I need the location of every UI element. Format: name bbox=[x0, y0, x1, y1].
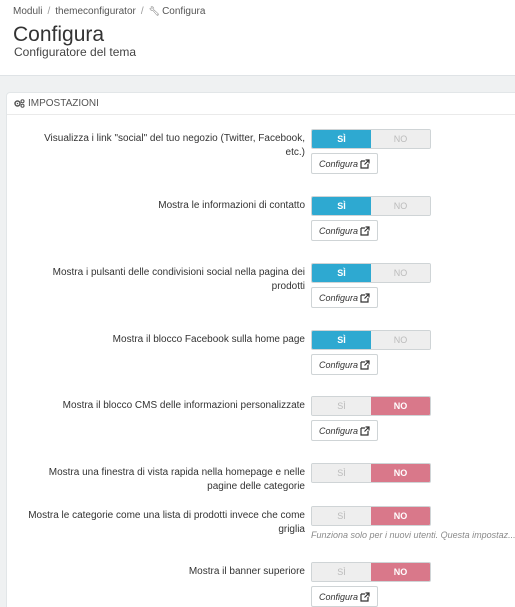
breadcrumb-current: Configura bbox=[162, 6, 206, 17]
switch-yes[interactable]: SÌ bbox=[312, 331, 371, 349]
external-link-icon bbox=[360, 158, 370, 169]
switch-no[interactable]: NO bbox=[371, 197, 430, 215]
switch-yes[interactable]: SÌ bbox=[312, 464, 371, 482]
toggle-switch[interactable]: SÌ NO bbox=[311, 129, 431, 149]
breadcrumb-separator: / bbox=[47, 6, 51, 17]
configure-label: Configura bbox=[318, 225, 359, 236]
switch-no[interactable]: NO bbox=[371, 130, 430, 148]
configure-button[interactable]: Configura bbox=[311, 220, 378, 241]
setting-label: Mostra le categorie come una lista di pr… bbox=[28, 510, 305, 535]
panel-heading: IMPOSTAZIONI bbox=[7, 93, 515, 115]
external-link-icon bbox=[360, 292, 370, 303]
external-link-icon bbox=[360, 591, 370, 602]
setting-label: Mostra il blocco CMS delle informazioni … bbox=[62, 400, 305, 411]
breadcrumb-root[interactable]: Moduli bbox=[13, 6, 42, 17]
configure-button[interactable]: Configura bbox=[311, 420, 378, 441]
configure-label: Configura bbox=[318, 292, 359, 303]
settings-panel: IMPOSTAZIONI Visualizza i link "social" … bbox=[6, 92, 515, 607]
setting-label: Mostra il banner superiore bbox=[188, 566, 305, 577]
setting-label: Mostra le informazioni di contatto bbox=[158, 200, 305, 211]
breadcrumb-module[interactable]: themeconfigurator bbox=[55, 6, 136, 17]
toggle-switch[interactable]: SÌ NO bbox=[311, 506, 431, 526]
page-header: Moduli / themeconfigurator / 🔧︎ Configura Con… bbox=[0, 0, 515, 76]
configure-button[interactable]: Configura bbox=[311, 586, 378, 607]
switch-no[interactable]: NO bbox=[371, 464, 430, 482]
external-link-icon bbox=[360, 359, 370, 370]
configure-label: Configura bbox=[318, 158, 359, 169]
breadcrumb-separator: / bbox=[140, 6, 144, 17]
panel-heading-label: IMPOSTAZIONI bbox=[28, 98, 99, 109]
switch-yes[interactable]: SÌ bbox=[312, 507, 371, 525]
setting-label: Mostra i pulsanti delle condivisioni soc… bbox=[52, 267, 305, 292]
help-text: Funziona solo per i nuovi utenti. Questa… bbox=[311, 530, 515, 540]
switch-yes[interactable]: SÌ bbox=[312, 264, 371, 282]
configure-button[interactable]: Configura bbox=[311, 153, 378, 174]
setting-label: Mostra il blocco Facebook sulla home pag… bbox=[112, 334, 305, 345]
toggle-switch[interactable]: SÌ NO bbox=[311, 396, 431, 416]
switch-yes[interactable]: SÌ bbox=[312, 563, 371, 581]
external-link-icon bbox=[360, 425, 370, 436]
switch-no[interactable]: NO bbox=[371, 563, 430, 581]
switch-yes[interactable]: SÌ bbox=[312, 197, 371, 215]
switch-yes[interactable]: SÌ bbox=[312, 397, 371, 415]
page-title: Configura bbox=[13, 23, 105, 46]
toggle-switch[interactable]: SÌ NO bbox=[311, 562, 431, 582]
configure-button[interactable]: Configura bbox=[311, 354, 378, 375]
setting-label: Mostra una finestra di vista rapida nell… bbox=[48, 467, 305, 492]
switch-no[interactable]: NO bbox=[371, 331, 430, 349]
switch-yes[interactable]: SÌ bbox=[312, 130, 371, 148]
wrench-icon: 🔧︎ bbox=[148, 6, 161, 16]
breadcrumb: Moduli / themeconfigurator / 🔧︎ Configura bbox=[13, 6, 205, 17]
configure-button[interactable]: Configura bbox=[311, 287, 378, 308]
switch-no[interactable]: NO bbox=[371, 507, 430, 525]
switch-no[interactable]: NO bbox=[371, 397, 430, 415]
configure-label: Configura bbox=[318, 425, 359, 436]
toggle-switch[interactable]: SÌ NO bbox=[311, 330, 431, 350]
cogs-icon bbox=[14, 99, 25, 108]
external-link-icon bbox=[360, 225, 370, 236]
configure-label: Configura bbox=[318, 591, 359, 602]
page-subtitle: Configuratore del tema bbox=[14, 45, 137, 59]
toggle-switch[interactable]: SÌ NO bbox=[311, 196, 431, 216]
configure-label: Configura bbox=[318, 359, 359, 370]
setting-label: Visualizza i link "social" del tuo negoz… bbox=[44, 133, 305, 158]
toggle-switch[interactable]: SÌ NO bbox=[311, 463, 431, 483]
toggle-switch[interactable]: SÌ NO bbox=[311, 263, 431, 283]
switch-no[interactable]: NO bbox=[371, 264, 430, 282]
